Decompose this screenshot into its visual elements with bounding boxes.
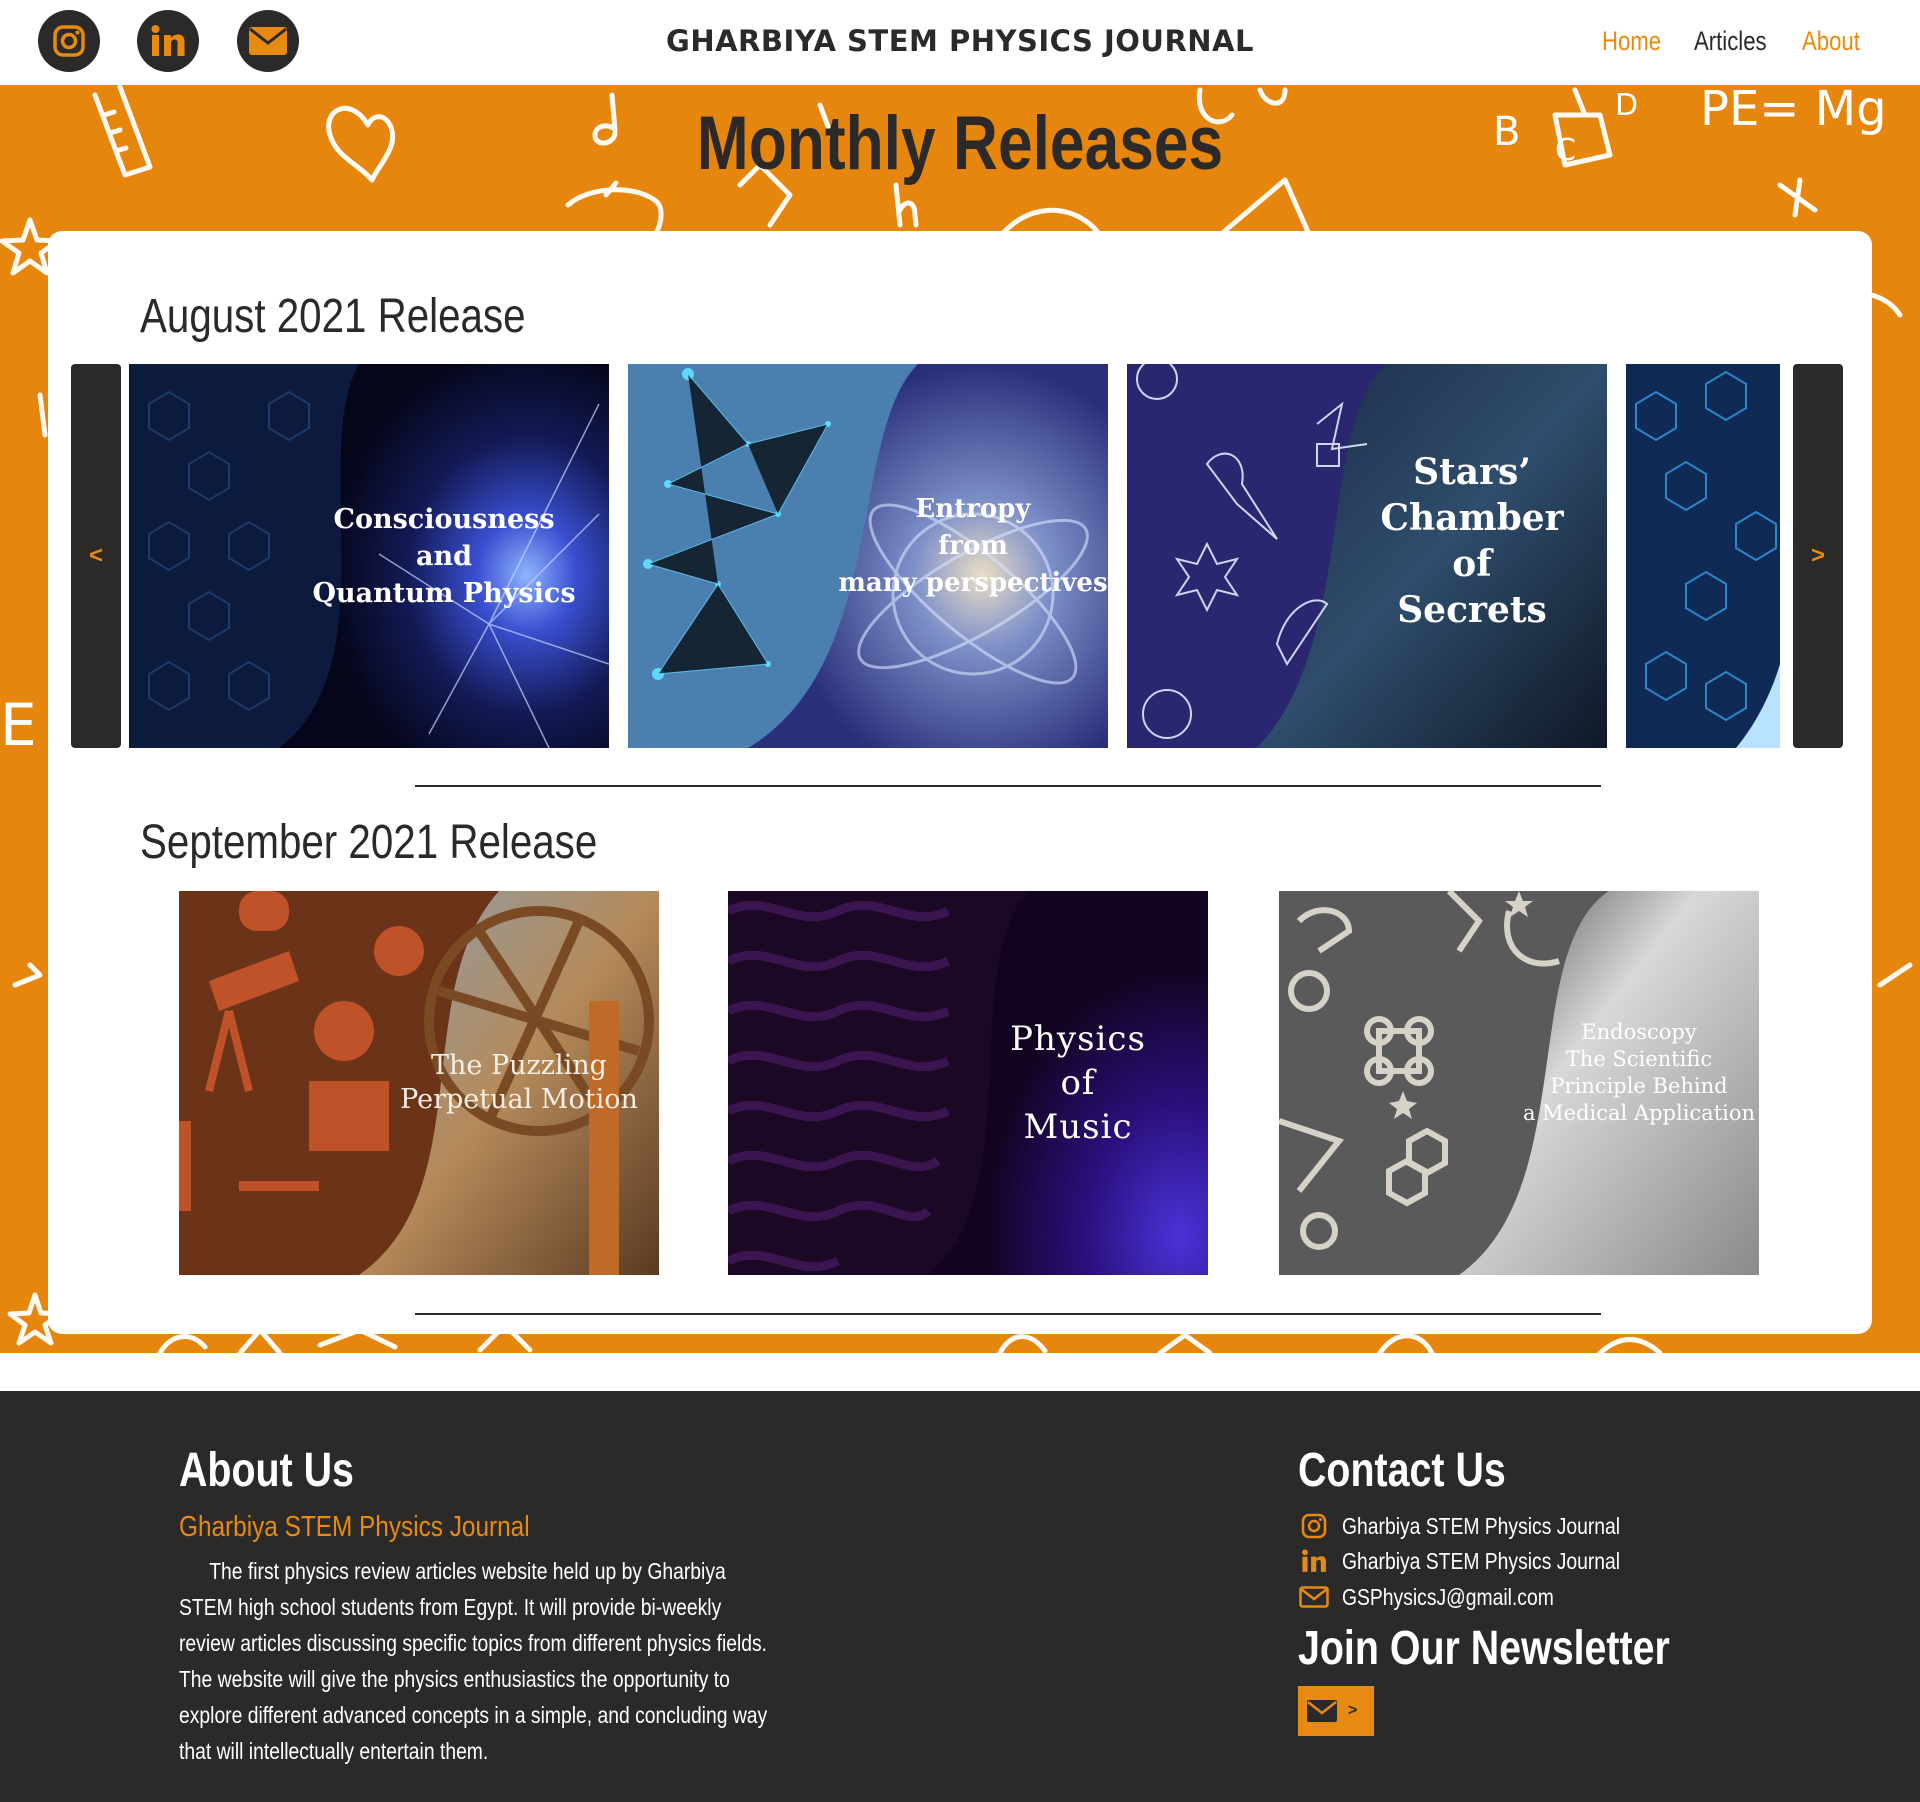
carousel-prev-button[interactable]: < [71, 364, 121, 748]
contact-text: Gharbiya STEM Physics Journal [1342, 1512, 1621, 1539]
linkedin-icon [1298, 1546, 1330, 1576]
chevron-left-icon: < [88, 542, 103, 569]
page-heading: Monthly Releases [696, 101, 1224, 186]
mail-icon [1307, 1700, 1337, 1722]
releases-card: August 2021 Release < Consciousness and … [48, 231, 1872, 1334]
mail-icon [1298, 1582, 1330, 1612]
contact-email[interactable]: GSPhysicsJ@gmail.com [1298, 1582, 1594, 1612]
nav-about[interactable]: About [1802, 26, 1860, 57]
article-tile-stars-chamber[interactable]: Stars’ Chamber of Secrets [1127, 364, 1607, 748]
article-tile-perpetual-motion[interactable]: The Puzzling Perpetual Motion [179, 891, 659, 1275]
carousel-next-button[interactable]: > [1793, 364, 1843, 748]
top-navbar: GHARBIYA STEM PHYSICS JOURNAL Home Artic… [0, 0, 1920, 85]
tile-title: Entropy from many perspectives [838, 493, 1108, 598]
footer: About Us Gharbiya STEM Physics Journal T… [0, 1391, 1920, 1802]
section-divider [415, 1313, 1601, 1315]
tile-title: Endoscopy The Scientific Principle Behin… [1522, 1020, 1756, 1125]
about-subtitle: Gharbiya STEM Physics Journal [179, 1511, 530, 1543]
newsletter-heading: Join Our Newsletter [1298, 1622, 1670, 1675]
contact-text: Gharbiya STEM Physics Journal [1342, 1547, 1621, 1574]
nav-articles[interactable]: Articles [1694, 26, 1767, 57]
chevron-right-icon: > [1810, 542, 1825, 569]
article-tile-physics-of-music[interactable]: Physics of Music [728, 891, 1208, 1275]
tile-title: Physics of Music [1010, 1019, 1146, 1147]
nav-home[interactable]: Home [1602, 26, 1661, 57]
chevron-right-icon: > [1348, 1702, 1358, 1719]
contact-text: GSPhysicsJ@gmail.com [1342, 1583, 1554, 1610]
august-release-title: August 2021 Release [140, 290, 526, 343]
tile-title: Consciousness and Quantum Physics [312, 503, 576, 609]
september-release-title: September 2021 Release [140, 816, 598, 869]
doodle-letter-e: E [0, 691, 37, 759]
article-tile-endoscopy[interactable]: Endoscopy The Scientific Principle Behin… [1279, 891, 1759, 1275]
article-tile-partial[interactable] [1626, 364, 1780, 748]
about-heading: About Us [179, 1444, 354, 1497]
tile-title: Stars’ Chamber of Secrets [1380, 451, 1564, 631]
section-divider [415, 785, 1601, 787]
instagram-icon [1298, 1511, 1330, 1541]
newsletter-subscribe-button[interactable]: > [1298, 1686, 1374, 1736]
tile-title: The Puzzling Perpetual Motion [400, 1050, 638, 1115]
about-description: The first physics review articles websit… [179, 1558, 768, 1764]
tile-image [1626, 364, 1780, 748]
contact-instagram[interactable]: Gharbiya STEM Physics Journal [1298, 1511, 1673, 1541]
contact-heading: Contact Us [1298, 1444, 1506, 1497]
contact-linkedin[interactable]: Gharbiya STEM Physics Journal [1298, 1546, 1673, 1576]
article-tile-entropy[interactable]: Entropy from many perspectives [628, 364, 1108, 748]
article-tile-consciousness[interactable]: Consciousness and Quantum Physics [129, 364, 609, 748]
